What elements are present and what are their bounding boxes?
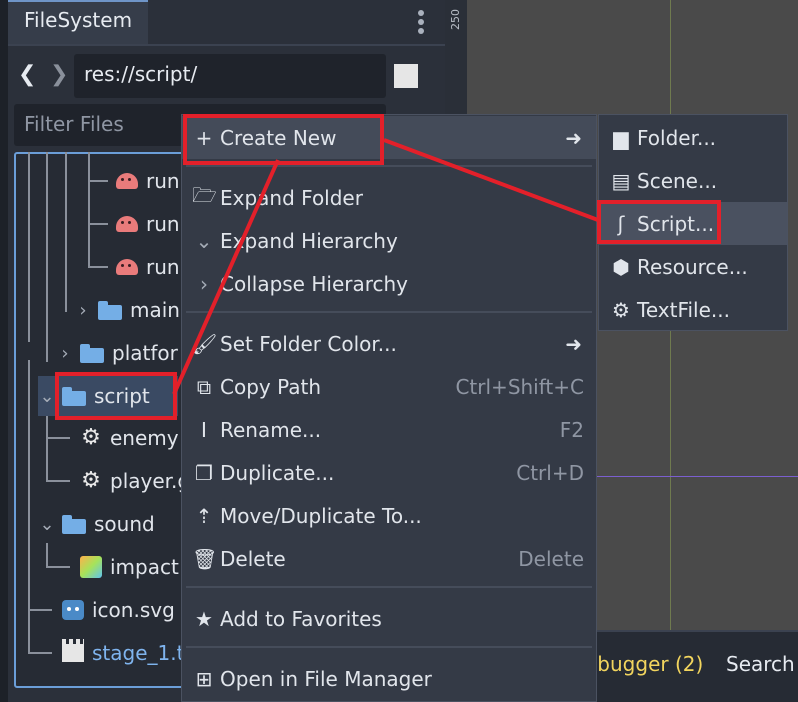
annotation-line	[172, 159, 280, 395]
annotation-line	[383, 138, 599, 222]
annotation-arrows	[172, 138, 599, 395]
